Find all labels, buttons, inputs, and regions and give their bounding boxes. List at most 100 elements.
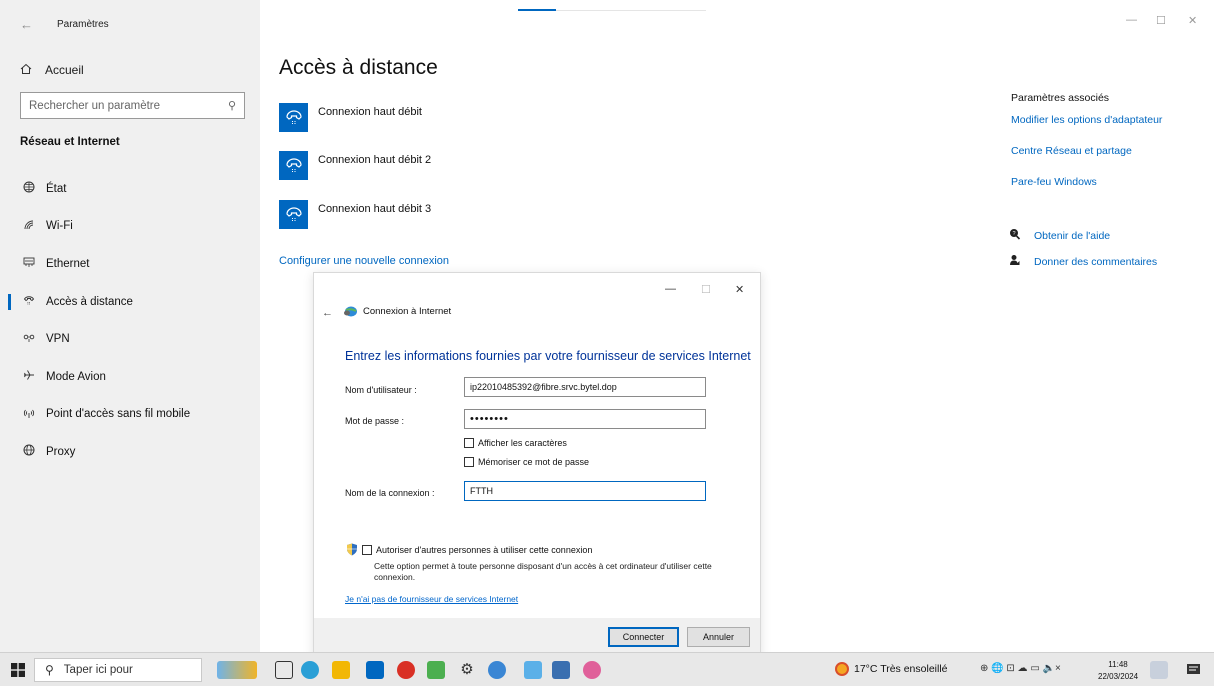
password-field[interactable] bbox=[464, 409, 706, 429]
taskbar-clock[interactable]: 11:48 22/03/2024 bbox=[1098, 659, 1138, 683]
feedback-icon bbox=[1009, 254, 1023, 269]
adapter-options-link[interactable]: Modifier les options d'adaptateur bbox=[1011, 114, 1162, 126]
username-field[interactable] bbox=[464, 377, 706, 397]
svg-text:?: ? bbox=[1012, 231, 1015, 237]
sidebar-item-point-acces[interactable]: Point d'accès sans fil mobile bbox=[0, 396, 260, 434]
allow-others-row[interactable]: Autoriser d'autres personnes à utiliser … bbox=[346, 543, 592, 556]
sun-icon bbox=[835, 662, 849, 676]
remember-password-label: Mémoriser ce mot de passe bbox=[478, 457, 590, 467]
sidebar-item-label: Point d'accès sans fil mobile bbox=[46, 408, 191, 421]
gear-icon[interactable]: ⚙ bbox=[458, 661, 476, 679]
chrome-icon[interactable] bbox=[397, 661, 415, 679]
weather-widget[interactable]: 17°C Très ensoleillé bbox=[835, 662, 948, 676]
settings-search-box[interactable]: ⚲ bbox=[20, 92, 245, 119]
sidebar-item-acces-distance[interactable]: Accès à distance bbox=[0, 283, 260, 321]
sidebar-item-proxy[interactable]: Proxy bbox=[0, 433, 260, 471]
notification-icon[interactable] bbox=[1186, 662, 1202, 678]
connection-name: Connexion haut débit bbox=[318, 106, 422, 118]
mail-icon[interactable] bbox=[366, 661, 384, 679]
back-arrow-icon[interactable]: ← bbox=[20, 17, 33, 32]
connection-item-3[interactable]: Connexion haut débit 3 bbox=[279, 200, 431, 232]
internet-globe-icon bbox=[344, 306, 357, 317]
remember-password-checkbox[interactable] bbox=[464, 457, 474, 467]
related-settings: Paramètres associés Modifier les options… bbox=[1011, 92, 1201, 188]
taskbar: ⚲ Taper ici pour ⚙ 17°C Très ensoleillé … bbox=[0, 652, 1214, 686]
taskbar-search[interactable]: ⚲ Taper ici pour bbox=[34, 658, 202, 682]
widget-icon[interactable] bbox=[1150, 661, 1168, 679]
help-chat-icon: ? bbox=[1009, 228, 1023, 243]
password-label: Mot de passe : bbox=[345, 416, 405, 426]
remember-password-row[interactable]: Mémoriser ce mot de passe bbox=[464, 457, 589, 467]
connection-name: Connexion haut débit 2 bbox=[318, 154, 432, 166]
sidebar-item-label: État bbox=[46, 182, 67, 195]
sidebar-item-label: Ethernet bbox=[46, 257, 90, 270]
connection-name-field[interactable] bbox=[464, 481, 706, 501]
top-indicator bbox=[518, 9, 556, 11]
close-icon[interactable]: ✕ bbox=[1188, 14, 1197, 27]
dialup-connection-icon bbox=[279, 103, 308, 132]
dialog-back-icon[interactable]: ← bbox=[322, 307, 333, 319]
sidebar-item-label: Mode Avion bbox=[46, 370, 106, 383]
dialup-connection-icon bbox=[279, 200, 308, 229]
sidebar-item-vpn[interactable]: VPN bbox=[0, 320, 260, 358]
nav-home[interactable]: Accueil bbox=[20, 60, 84, 80]
hotspot-icon bbox=[20, 407, 38, 422]
maximize-icon[interactable]: ☐ bbox=[1156, 14, 1166, 27]
show-chars-label: Afficher les caractères bbox=[478, 438, 567, 448]
task-view-icon[interactable] bbox=[275, 661, 293, 679]
windows-start-icon[interactable] bbox=[11, 663, 25, 677]
allow-others-checkbox[interactable] bbox=[362, 544, 372, 555]
network-connections-icon[interactable] bbox=[488, 661, 506, 679]
globe-icon bbox=[20, 181, 38, 196]
no-isp-link[interactable]: Je n'ai pas de fournisseur de services I… bbox=[345, 594, 518, 604]
get-help-link[interactable]: ? Obtenir de l'aide bbox=[1009, 228, 1110, 243]
control-panel-icon[interactable] bbox=[524, 661, 542, 679]
feedback-label: Donner des commentaires bbox=[1034, 255, 1158, 268]
sidebar-item-label: Wi-Fi bbox=[46, 220, 73, 233]
nav-list: État Wi-Fi Ethernet Accès à distance VPN bbox=[0, 170, 260, 471]
taskbar-search-label: Taper ici pour bbox=[63, 664, 133, 676]
ethernet-icon bbox=[20, 256, 38, 271]
show-chars-checkbox[interactable] bbox=[464, 438, 474, 448]
sidebar-item-etat[interactable]: État bbox=[0, 170, 260, 208]
file-explorer-icon[interactable] bbox=[332, 661, 350, 679]
minimize-icon[interactable]: — bbox=[1126, 14, 1137, 26]
app-icon[interactable] bbox=[427, 661, 445, 679]
edge-browser-icon[interactable] bbox=[301, 661, 319, 679]
search-highlight-icon[interactable] bbox=[217, 661, 257, 679]
related-settings-title: Paramètres associés bbox=[1011, 92, 1110, 104]
sidebar-item-wifi[interactable]: Wi-Fi bbox=[0, 208, 260, 246]
top-divider bbox=[556, 10, 706, 11]
dialup-connection-icon bbox=[279, 151, 308, 180]
allow-others-label: Autoriser d'autres personnes à utiliser … bbox=[376, 544, 593, 555]
connection-item-2[interactable]: Connexion haut débit 2 bbox=[279, 151, 431, 183]
nav-home-label: Accueil bbox=[45, 63, 84, 77]
settings-search-input[interactable] bbox=[29, 99, 228, 112]
page-title: Accès à distance bbox=[279, 56, 438, 79]
system-tray-icons[interactable]: ⊕ 🌐 ⊡ ☁ ▭ 🔈× bbox=[980, 663, 1061, 674]
dialog-footer: Connecter Annuler bbox=[314, 618, 760, 655]
sidebar-item-label: Accès à distance bbox=[46, 295, 133, 308]
wifi-icon bbox=[20, 219, 38, 234]
dialog-close-icon[interactable]: ✕ bbox=[735, 283, 744, 296]
cancel-button[interactable]: Annuler bbox=[687, 627, 750, 647]
show-chars-row[interactable]: Afficher les caractères bbox=[464, 438, 567, 448]
connection-name: Connexion haut débit 3 bbox=[318, 203, 432, 215]
network-app-icon[interactable] bbox=[552, 661, 570, 679]
feedback-link[interactable]: Donner des commentaires bbox=[1009, 254, 1157, 269]
get-help-label: Obtenir de l'aide bbox=[1034, 229, 1111, 242]
search-icon: ⚲ bbox=[45, 663, 54, 677]
connection-item-1[interactable]: Connexion haut débit bbox=[279, 103, 422, 135]
search-icon: ⚲ bbox=[227, 100, 236, 112]
network-center-link[interactable]: Centre Réseau et partage bbox=[1011, 145, 1132, 157]
uac-shield-icon bbox=[347, 543, 357, 556]
help-tips-icon[interactable] bbox=[583, 661, 601, 679]
dialog-minimize-icon[interactable]: — bbox=[665, 283, 676, 295]
dialog-title-row: Connexion à Internet bbox=[343, 306, 451, 317]
sidebar-item-mode-avion[interactable]: Mode Avion bbox=[0, 358, 260, 396]
sidebar-item-ethernet[interactable]: Ethernet bbox=[0, 245, 260, 283]
connect-button[interactable]: Connecter bbox=[608, 627, 679, 647]
new-connection-link[interactable]: Configurer une nouvelle connexion bbox=[279, 255, 449, 267]
firewall-link[interactable]: Pare-feu Windows bbox=[1011, 176, 1097, 188]
section-title: Réseau et Internet bbox=[20, 136, 120, 148]
